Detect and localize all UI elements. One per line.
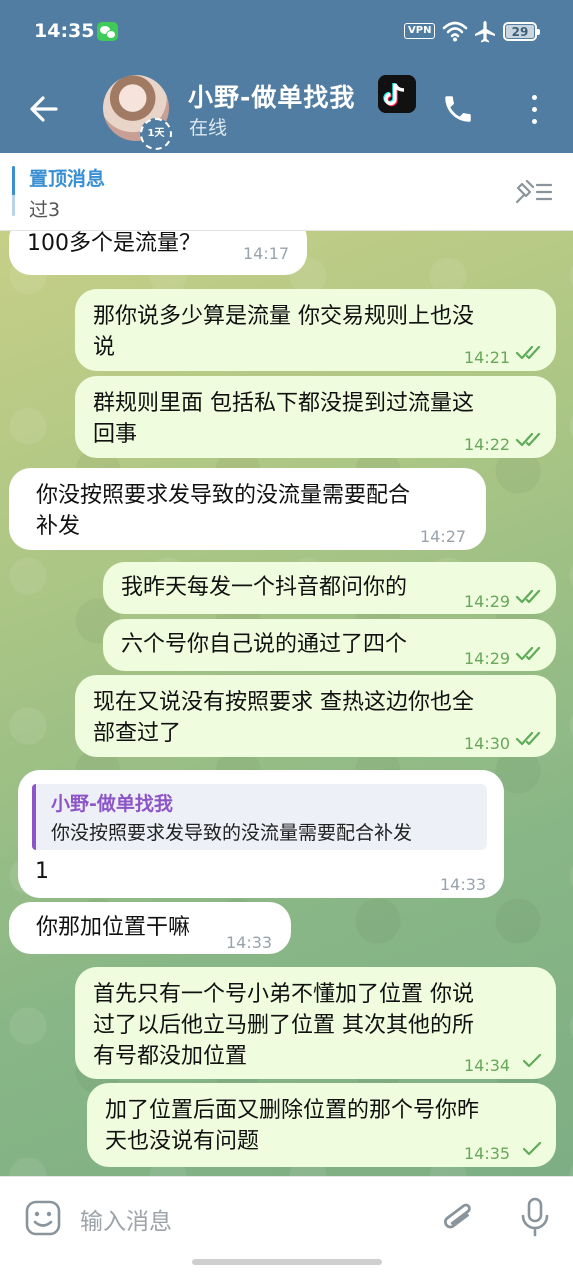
phone-icon[interactable] xyxy=(441,92,475,126)
chat-header: 1天 小野-做单找我 在线 xyxy=(0,64,573,153)
message-text: 六个号你自己说的通过了四个 xyxy=(121,632,408,657)
microphone-icon[interactable] xyxy=(518,1197,552,1239)
message-time: 14:33 xyxy=(226,933,273,952)
message-time: 14:27 xyxy=(420,527,467,546)
message-text: 首先只有一个号小弟不懂加了位置 你说 过了以后他立马删了位置 其次其他的所 有号… xyxy=(93,982,474,1069)
message-time: 14:22 xyxy=(464,435,511,454)
message-bubble[interactable]: 你没按照要求发导致的没流量需要配合 补发 14:27 xyxy=(9,468,486,550)
battery-icon: 29 xyxy=(503,22,540,41)
battery-level: 29 xyxy=(506,25,534,39)
chat-messages[interactable]: 100多个是流量？ 14:17 那你说多少算是流量 你交易规则上也没 说 14:… xyxy=(0,231,573,1176)
message-bubble[interactable]: 那你说多少算是流量 你交易规则上也没 说 14:21 xyxy=(75,289,556,371)
message-bubble[interactable]: 加了位置后面又删除位置的那个号你昨 天也没说有问题 14:35 xyxy=(87,1083,556,1167)
message-bubble[interactable]: 六个号你自己说的通过了四个 14:29 xyxy=(103,619,556,671)
message-bubble[interactable]: 现在又说没有按照要求 查热这边你也全 部查过了 14:30 xyxy=(75,675,556,757)
message-text: 1 xyxy=(35,859,49,884)
message-time: 14:33 xyxy=(440,875,487,894)
chat-title[interactable]: 小野-做单找我 xyxy=(188,78,355,114)
message-text: 群规则里面 包括私下都没提到过流量这 回事 xyxy=(93,391,474,447)
message-text: 你没按照要求发导致的没流量需要配合 补发 xyxy=(36,483,411,539)
airplane-icon xyxy=(475,21,495,43)
check-icon xyxy=(522,1141,542,1156)
message-time: 14:29 xyxy=(464,649,511,668)
message-bubble[interactable]: 我昨天每发一个抖音都问你的 14:29 xyxy=(103,562,556,614)
reply-text: 你没按照要求发导致的没流量需要配合补发 xyxy=(51,822,413,844)
pinned-indicator xyxy=(12,166,15,216)
message-text: 我昨天每发一个抖音都问你的 xyxy=(121,575,408,600)
message-bubble[interactable]: 小野-做单找我 你没按照要求发导致的没流量需要配合补发 1 14:33 xyxy=(18,770,504,898)
message-time: 14:30 xyxy=(464,734,511,753)
double-check-icon xyxy=(515,345,541,360)
wechat-notification-icon xyxy=(97,22,118,41)
message-text: 你那加位置干嘛 xyxy=(36,915,191,940)
double-check-icon xyxy=(515,432,541,447)
tiktok-icon xyxy=(378,75,416,113)
message-input-bar: 输入消息 xyxy=(0,1176,573,1280)
status-bar: 14:35 VPN 29 xyxy=(0,0,573,64)
message-text: 那你说多少算是流量 你交易规则上也没 说 xyxy=(93,304,474,360)
reply-quote[interactable]: 小野-做单找我 你没按照要求发导致的没流量需要配合补发 xyxy=(32,784,487,850)
message-time: 14:17 xyxy=(243,244,290,263)
message-bubble[interactable]: 你那加位置干嘛 14:33 xyxy=(9,902,291,954)
message-time: 14:29 xyxy=(464,592,511,611)
message-text: 加了位置后面又删除位置的那个号你昨 天也没说有问题 xyxy=(105,1098,480,1154)
pinned-message-bar[interactable]: 置顶消息 过3 xyxy=(0,153,573,231)
message-text: 现在又说没有按照要求 查热这边你也全 部查过了 xyxy=(93,690,474,746)
back-arrow-icon[interactable] xyxy=(26,91,62,127)
message-bubble[interactable]: 群规则里面 包括私下都没提到过流量这 回事 14:22 xyxy=(75,376,556,458)
emoji-icon[interactable] xyxy=(24,1199,62,1237)
home-indicator xyxy=(192,1259,382,1265)
story-badge: 1天 xyxy=(140,118,172,150)
double-check-icon xyxy=(515,731,541,746)
double-check-icon xyxy=(515,589,541,604)
message-time: 14:34 xyxy=(464,1056,511,1075)
message-input[interactable]: 输入消息 xyxy=(80,1202,172,1236)
check-icon xyxy=(522,1053,542,1068)
more-options-icon[interactable] xyxy=(523,93,547,127)
status-time: 14:35 xyxy=(34,20,95,42)
paperclip-icon[interactable] xyxy=(440,1197,476,1239)
message-time: 14:21 xyxy=(464,348,511,367)
online-status: 在线 xyxy=(189,117,228,139)
vpn-icon: VPN xyxy=(404,23,436,39)
double-check-icon xyxy=(515,646,541,661)
message-bubble[interactable]: 首先只有一个号小弟不懂加了位置 你说 过了以后他立马删了位置 其次其他的所 有号… xyxy=(75,967,556,1079)
pin-list-icon[interactable] xyxy=(513,178,553,206)
pinned-text: 过3 xyxy=(29,199,61,221)
pinned-title: 置顶消息 xyxy=(29,168,106,190)
message-bubble[interactable]: 100多个是流量？ 14:17 xyxy=(9,231,307,275)
wifi-icon xyxy=(442,21,468,42)
message-time: 14:35 xyxy=(464,1144,511,1163)
reply-author: 小野-做单找我 xyxy=(51,793,173,815)
message-text: 100多个是流量？ xyxy=(27,231,201,256)
